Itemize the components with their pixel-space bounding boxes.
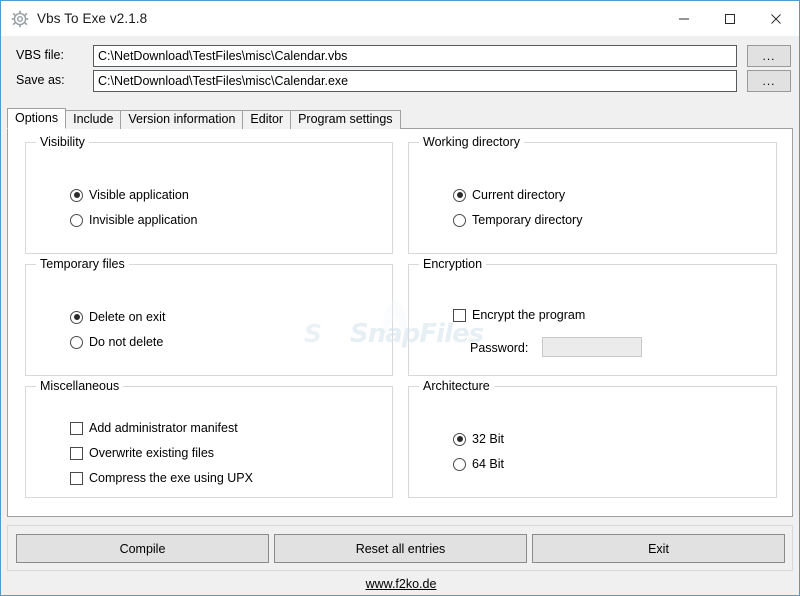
radio-temporary-directory[interactable]: Temporary directory: [453, 213, 582, 227]
radio-do-not-delete[interactable]: Do not delete: [70, 335, 163, 349]
tab-program-settings[interactable]: Program settings: [290, 110, 401, 129]
vbs-file-row: VBS file: ...: [2, 45, 799, 67]
group-temporary-files-label: Temporary files: [36, 257, 129, 271]
save-as-label: Save as:: [16, 73, 65, 87]
reset-all-entries-button[interactable]: Reset all entries: [274, 534, 527, 563]
save-as-row: Save as: ...: [2, 70, 799, 92]
tab-version-information[interactable]: Version information: [120, 110, 244, 129]
checkbox-encrypt-the-program[interactable]: Encrypt the program: [453, 308, 585, 322]
compile-button[interactable]: Compile: [16, 534, 269, 563]
checkbox-overwrite-existing-files-label: Overwrite existing files: [89, 446, 215, 460]
radio-invisible-application-label: Invisible application: [89, 213, 198, 227]
window-title: Vbs To Exe v2.1.8: [37, 11, 148, 26]
gear-icon: [11, 10, 29, 27]
radio-visible-application-indicator: [70, 188, 83, 202]
minimize-icon: [679, 18, 689, 19]
footer: www.f2ko.de: [2, 572, 799, 595]
checkbox-compress-the-exe-using-upx-label: Compress the exe using UPX: [89, 471, 253, 485]
title-bar: Vbs To Exe v2.1.8: [1, 1, 799, 36]
vbs-file-browse-button[interactable]: ...: [747, 45, 791, 67]
checkbox-add-administrator-manifest[interactable]: Add administrator manifest: [70, 421, 238, 435]
checkbox-overwrite-existing-files[interactable]: Overwrite existing files: [70, 446, 214, 460]
group-temporary-files: Temporary files Delete on exit Do not de…: [25, 257, 393, 376]
group-working-directory-label: Working directory: [419, 135, 525, 149]
checkbox-overwrite-existing-files-indicator: [70, 446, 83, 460]
tab-options[interactable]: Options: [7, 108, 67, 129]
group-miscellaneous: Miscellaneous Add administrator manifest…: [25, 379, 393, 498]
group-visibility: Visibility Visible application Invisible…: [25, 135, 393, 254]
group-encryption-label: Encryption: [419, 257, 487, 271]
save-as-browse-button[interactable]: ...: [747, 70, 791, 92]
group-working-directory: Working directory Current directory Temp…: [408, 135, 777, 254]
checkbox-encrypt-the-program-label: Encrypt the program: [472, 308, 586, 322]
maximize-button[interactable]: [707, 1, 753, 36]
radio-32-bit[interactable]: 32 Bit: [453, 432, 504, 446]
close-icon: [771, 13, 781, 24]
close-button[interactable]: [753, 1, 799, 36]
password-input[interactable]: [542, 337, 642, 357]
group-architecture-label: Architecture: [419, 379, 494, 393]
checkbox-add-administrator-manifest-label: Add administrator manifest: [89, 421, 238, 435]
exit-button[interactable]: Exit: [532, 534, 785, 563]
radio-do-not-delete-indicator: [70, 335, 83, 349]
window-controls: [661, 1, 799, 36]
maximize-icon: [725, 13, 735, 24]
password-label: Password:: [470, 341, 529, 355]
radio-invisible-application-indicator: [70, 213, 83, 227]
group-architecture: Architecture 32 Bit 64 Bit: [408, 379, 777, 498]
minimize-button[interactable]: [661, 1, 707, 36]
radio-64-bit-indicator: [453, 457, 466, 471]
radio-current-directory[interactable]: Current directory: [453, 188, 565, 202]
radio-delete-on-exit-indicator: [70, 310, 83, 324]
radio-delete-on-exit[interactable]: Delete on exit: [70, 310, 165, 324]
website-link[interactable]: www.f2ko.de: [366, 577, 437, 591]
radio-temporary-directory-label: Temporary directory: [472, 213, 583, 227]
checkbox-encrypt-the-program-indicator: [453, 308, 466, 322]
checkbox-add-administrator-manifest-indicator: [70, 421, 83, 435]
radio-delete-on-exit-label: Delete on exit: [89, 310, 166, 324]
group-visibility-label: Visibility: [36, 135, 89, 149]
radio-do-not-delete-label: Do not delete: [89, 335, 164, 349]
group-encryption: Encryption Encrypt the program Password:: [408, 257, 777, 376]
vbs-file-label: VBS file:: [16, 48, 64, 62]
tab-editor[interactable]: Editor: [242, 110, 292, 129]
radio-current-directory-label: Current directory: [472, 188, 566, 202]
tab-strip: Options Include Version information Edit…: [7, 108, 401, 129]
vbs-file-input[interactable]: [93, 45, 737, 67]
action-button-bar: Compile Reset all entries Exit: [7, 525, 793, 571]
radio-64-bit[interactable]: 64 Bit: [453, 457, 504, 471]
save-as-input[interactable]: [93, 70, 737, 92]
radio-32-bit-indicator: [453, 432, 466, 446]
group-miscellaneous-label: Miscellaneous: [36, 379, 124, 393]
application-window: Vbs To Exe v2.1.8 VBS file: C:\NetDownlo…: [0, 0, 800, 596]
radio-current-directory-indicator: [453, 188, 466, 202]
radio-visible-application[interactable]: Visible application: [70, 188, 189, 202]
file-paths-section: VBS file: ... Save as: ...: [2, 36, 799, 108]
radio-32-bit-label: 32 Bit: [472, 432, 504, 446]
options-tab-panel: Visibility Visible application Invisible…: [7, 128, 793, 517]
tab-include[interactable]: Include: [65, 110, 122, 129]
radio-temporary-directory-indicator: [453, 213, 466, 227]
radio-visible-application-label: Visible application: [89, 188, 189, 202]
radio-invisible-application[interactable]: Invisible application: [70, 213, 197, 227]
checkbox-compress-the-exe-using-upx[interactable]: Compress the exe using UPX: [70, 471, 253, 485]
checkbox-compress-the-exe-using-upx-indicator: [70, 471, 83, 485]
radio-64-bit-label: 64 Bit: [472, 457, 504, 471]
